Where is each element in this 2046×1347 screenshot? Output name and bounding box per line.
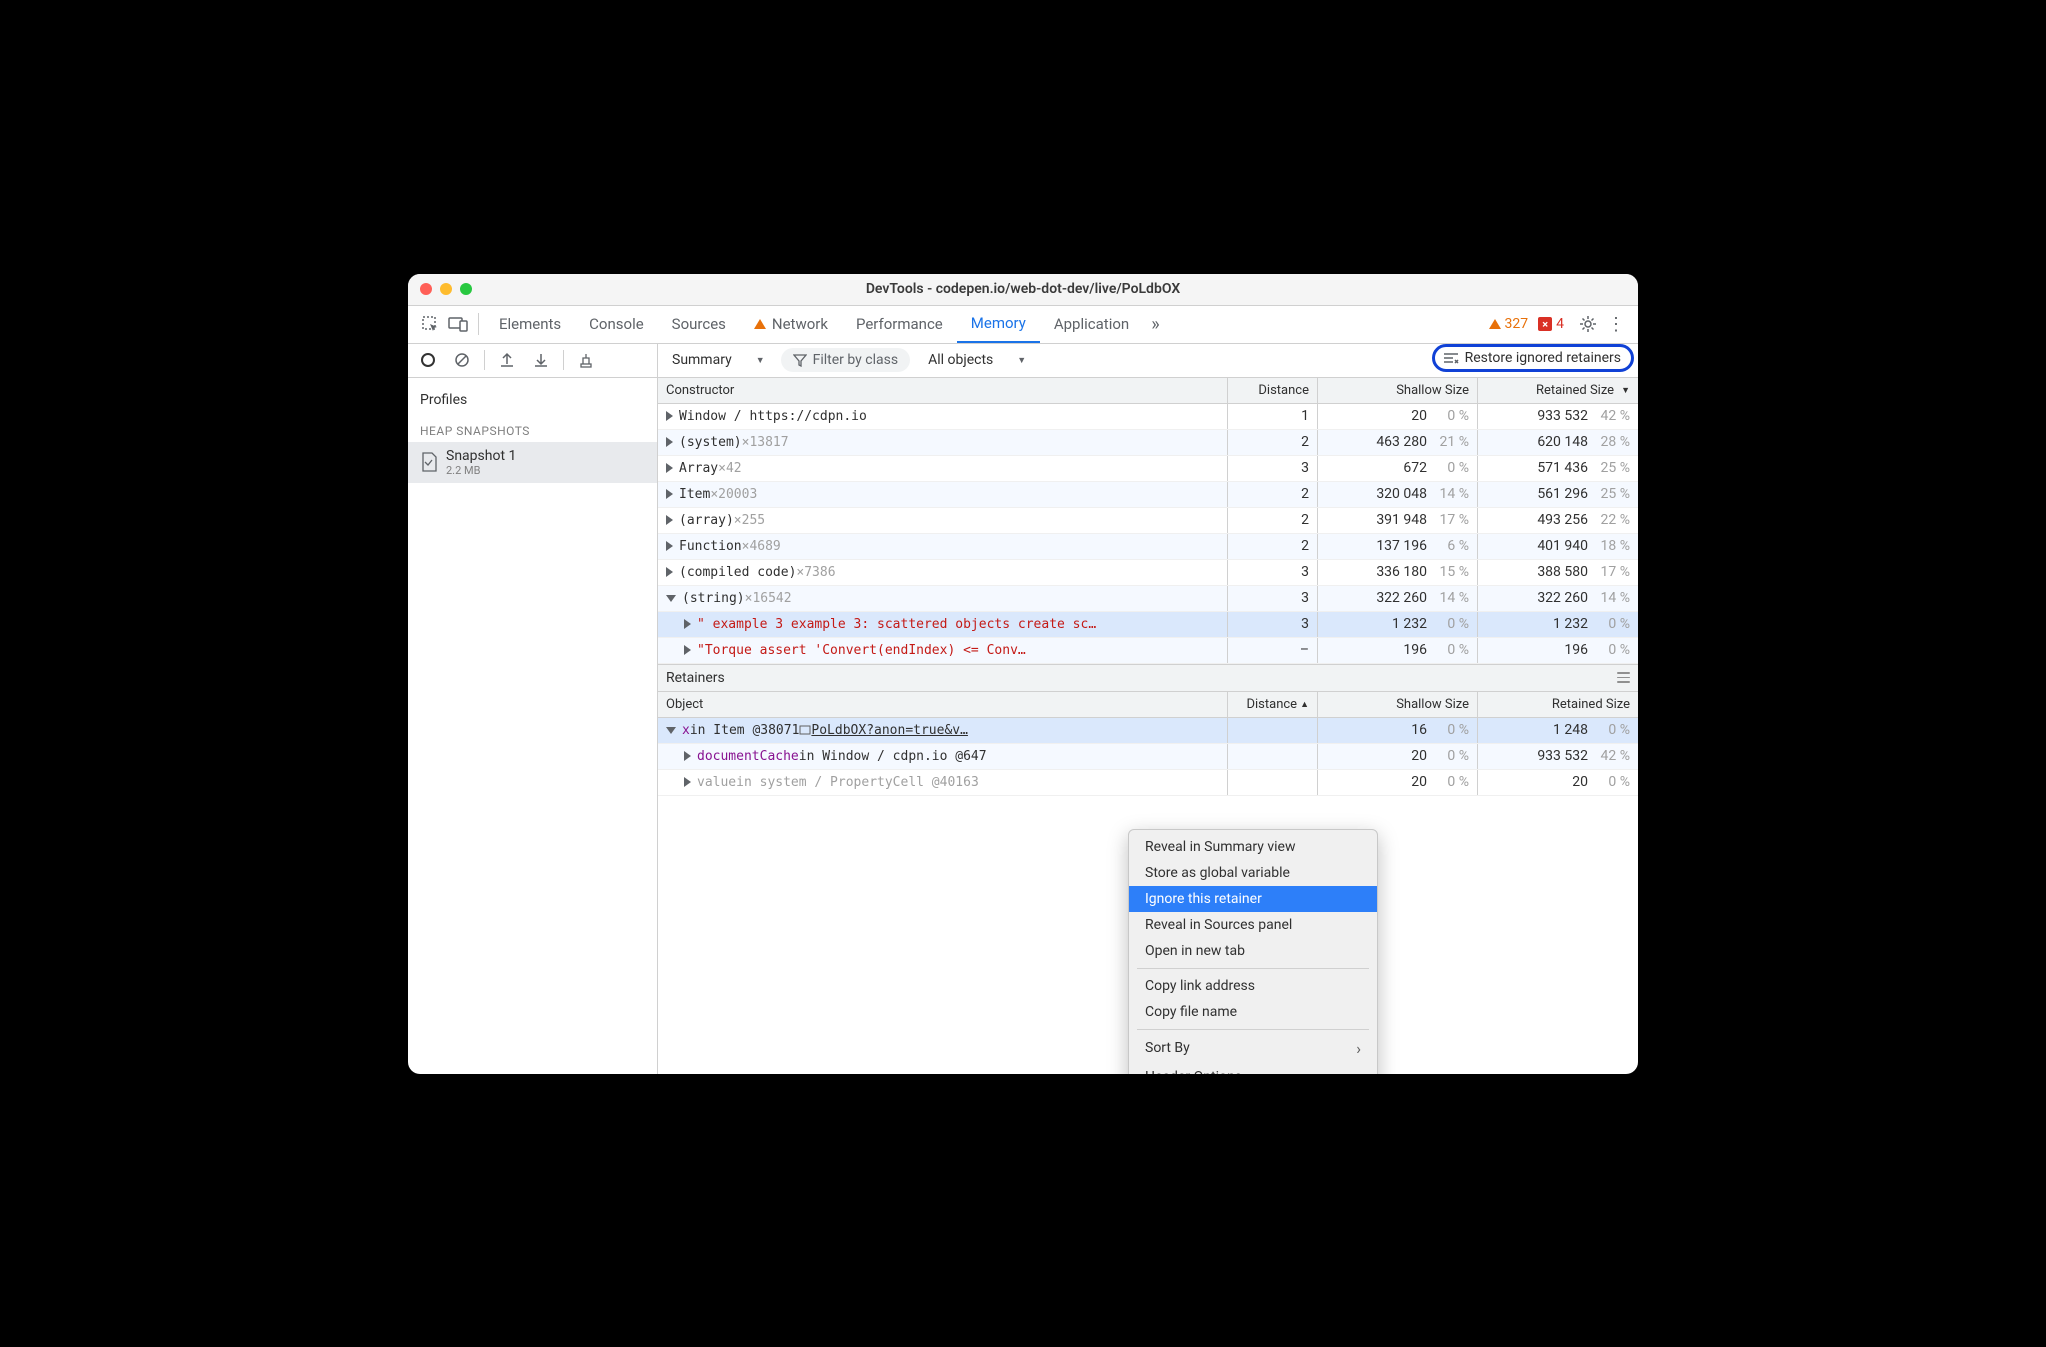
menu-item[interactable]: Copy file name [1129,999,1377,1025]
table-row[interactable]: Window / https://cdpn.io1200 %933 53242 … [658,404,1638,430]
menu-item[interactable]: Open in new tab [1129,938,1377,964]
retainers-table-header: Object Distance▲ Shallow Size Retained S… [658,692,1638,718]
heap-snapshots-section-label: HEAP SNAPSHOTS [408,414,657,442]
error-count[interactable]: 4 [1538,316,1564,332]
hamburger-icon[interactable] [1617,672,1630,683]
download-icon[interactable] [529,348,553,372]
header-shallow-2[interactable]: Shallow Size [1318,692,1478,717]
sort-indicator-icon: ▼ [1621,385,1630,396]
table-row[interactable]: Array ×4236720 %571 43625 % [658,456,1638,482]
titlebar: DevTools - codepen.io/web-dot-dev/live/P… [408,274,1638,306]
scope-dropdown[interactable]: All objects [922,350,1032,370]
gc-icon[interactable] [574,348,598,372]
sort-indicator-icon: ▲ [1300,699,1309,710]
profiles-sidebar: Profiles HEAP SNAPSHOTS Snapshot 1 2.2 M… [408,378,658,1074]
tab-sources[interactable]: Sources [658,305,740,343]
window-title: DevTools - codepen.io/web-dot-dev/live/P… [408,281,1638,297]
snapshot-item[interactable]: Snapshot 1 2.2 MB [408,442,657,483]
filter-icon [793,353,807,367]
main-tabbar: ElementsConsoleSourcesNetworkPerformance… [408,306,1638,344]
retainer-row[interactable]: value in system / PropertyCell @40163200… [658,770,1638,796]
window-controls [420,283,472,295]
table-row[interactable]: (system) ×138172463 28021 %620 14828 % [658,430,1638,456]
class-filter-input[interactable]: Filter by class [781,348,910,372]
divider [478,313,479,335]
inspect-icon[interactable] [416,310,444,338]
device-toggle-icon[interactable] [444,310,472,338]
header-distance[interactable]: Distance [1228,378,1318,403]
kebab-icon[interactable]: ⋮ [1602,310,1630,338]
header-distance-2[interactable]: Distance▲ [1228,692,1318,717]
header-constructor[interactable]: Constructor [658,378,1228,403]
devtools-window: DevTools - codepen.io/web-dot-dev/live/P… [408,274,1638,1074]
tab-application[interactable]: Application [1040,305,1143,343]
snapshot-size: 2.2 MB [446,464,516,477]
memory-toolbar: Summary Filter by class All objects Rest… [408,344,1638,378]
maximize-window-button[interactable] [460,283,472,295]
upload-icon[interactable] [495,348,519,372]
table-row[interactable]: Item ×200032320 04814 %561 29625 % [658,482,1638,508]
snapshot-icon [420,452,438,472]
close-window-button[interactable] [420,283,432,295]
tab-console[interactable]: Console [575,305,658,343]
context-menu: Reveal in Summary viewStore as global va… [1128,829,1378,1074]
retainers-header[interactable]: Retainers [658,664,1638,692]
clear-icon[interactable] [450,348,474,372]
table-row[interactable]: (array) ×2552391 94817 %493 25622 % [658,508,1638,534]
minimize-window-button[interactable] [440,283,452,295]
header-retained[interactable]: Retained Size▼ [1478,378,1638,403]
constructor-rows: Window / https://cdpn.io1200 %933 53242 … [658,404,1638,664]
tab-more[interactable]: » [1143,305,1167,343]
restore-ignored-retainers-button[interactable]: Restore ignored retainers [1432,344,1634,372]
table-row[interactable]: " example 3 example 3: scattered objects… [658,612,1638,638]
tab-network[interactable]: Network [740,305,842,343]
snapshot-name: Snapshot 1 [446,448,516,464]
header-shallow[interactable]: Shallow Size [1318,378,1478,403]
menu-item[interactable]: Copy link address [1129,973,1377,999]
view-dropdown[interactable]: Summary [666,350,771,370]
tab-memory[interactable]: Memory [957,305,1040,343]
header-object[interactable]: Object [658,692,1228,717]
retainer-row[interactable]: documentCache in Window / cdpn.io @64720… [658,744,1638,770]
warning-count[interactable]: 327 [1489,316,1529,332]
record-icon[interactable] [416,348,440,372]
retainer-row[interactable]: x in Item @38071 PoLdbOX?anon=true&v…160… [658,718,1638,744]
header-retained-2[interactable]: Retained Size [1478,692,1638,717]
table-row[interactable]: "Torque assert 'Convert(endIndex) <= Con… [658,638,1638,664]
table-row[interactable]: (compiled code) ×73863336 18015 %388 580… [658,560,1638,586]
gear-icon[interactable] [1574,310,1602,338]
restore-icon [1443,351,1459,365]
constructor-table-header: Constructor Distance Shallow Size Retain… [658,378,1638,404]
menu-item[interactable]: Reveal in Sources panel [1129,912,1377,938]
profiles-heading: Profiles [408,386,657,414]
menu-item[interactable]: Reveal in Summary view [1129,834,1377,860]
tab-performance[interactable]: Performance [842,305,957,343]
table-row[interactable]: (string) ×165423322 26014 %322 26014 % [658,586,1638,612]
menu-item[interactable]: Sort By [1129,1034,1377,1063]
table-row[interactable]: Function ×46892137 1966 %401 94018 % [658,534,1638,560]
menu-item[interactable]: Store as global variable [1129,860,1377,886]
tab-elements[interactable]: Elements [485,305,575,343]
menu-item[interactable]: Ignore this retainer [1129,886,1377,912]
menu-item[interactable]: Header Options [1129,1063,1377,1074]
window-icon [799,725,811,735]
